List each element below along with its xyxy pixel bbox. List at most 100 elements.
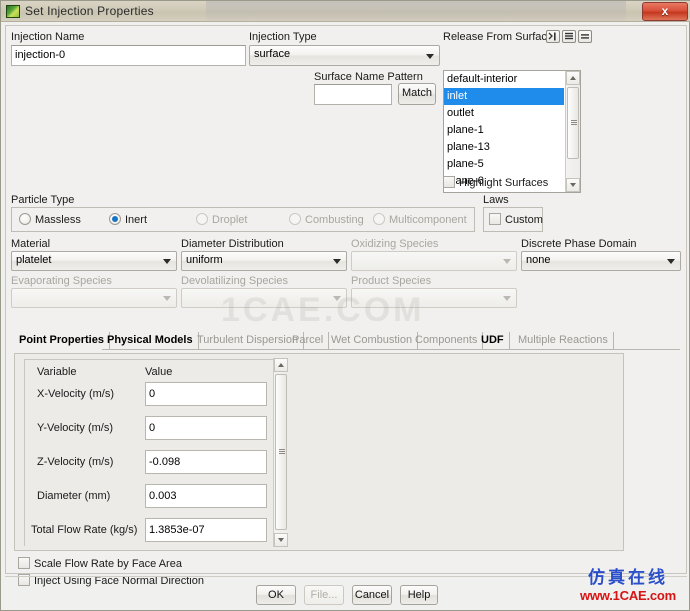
surface-list-scrollbar[interactable]: [565, 71, 580, 192]
site-watermark: 仿真在线 www.1CAE.com: [569, 568, 687, 608]
chevron-down-icon: [503, 296, 511, 301]
surface-name-pattern-input[interactable]: [314, 84, 392, 105]
radio-combusting-label: Combusting: [305, 214, 364, 226]
point-properties-panel: Variable Value X-Velocity (m/s) 0 Y-Velo…: [14, 353, 624, 551]
discrete-phase-domain-label: Discrete Phase Domain: [521, 238, 637, 250]
chevron-down-icon: [163, 259, 171, 264]
oxidizing-species-label: Oxidizing Species: [351, 238, 439, 250]
radio-inert-label: Inert: [125, 214, 148, 226]
highlight-surfaces-checkbox[interactable]: [443, 176, 455, 188]
evaporating-species-select: [11, 288, 177, 308]
match-button[interactable]: Match: [398, 83, 436, 105]
radio-droplet[interactable]: [196, 213, 208, 225]
scroll-down-icon[interactable]: [566, 178, 580, 192]
window-title: Set Injection Properties: [25, 4, 154, 18]
injection-type-select[interactable]: surface: [249, 45, 440, 66]
ok-button[interactable]: OK: [256, 585, 296, 605]
tab-components[interactable]: Components: [410, 332, 484, 350]
product-species-label: Product Species: [351, 275, 432, 287]
z-velocity-input[interactable]: -0.098: [145, 450, 267, 474]
discrete-phase-domain-select[interactable]: none: [521, 251, 681, 271]
surface-name-pattern-label: Surface Name Pattern: [314, 71, 423, 83]
filter-list-glyph: [548, 32, 556, 41]
oxidizing-species-select: [351, 251, 517, 271]
filter-list-icon[interactable]: [546, 30, 560, 43]
diameter-distribution-label: Diameter Distribution: [181, 238, 284, 250]
title-bar: Set Injection Properties x: [1, 1, 690, 22]
scroll-up-icon[interactable]: [566, 71, 580, 85]
desktop-bleed: [206, 1, 626, 22]
y-velocity-input[interactable]: 0: [145, 416, 267, 440]
diameter-distribution-select[interactable]: uniform: [181, 251, 347, 271]
tab-udf[interactable]: UDF: [476, 332, 510, 350]
radio-multicomponent-label: Multicomponent: [389, 214, 467, 226]
diameter-distribution-value: uniform: [186, 254, 223, 266]
list-item[interactable]: plane-5: [444, 156, 564, 173]
chevron-down-icon: [503, 259, 511, 264]
file-button: File...: [304, 585, 344, 605]
fluent-app-icon: [6, 5, 20, 18]
list-view-icon[interactable]: [562, 30, 576, 43]
list-item[interactable]: default-interior: [444, 71, 564, 88]
laws-label: Laws: [483, 194, 509, 206]
release-from-surfaces-list[interactable]: default-interior inlet outlet plane-1 pl…: [443, 70, 581, 193]
highlight-surfaces-label: Highlight Surfaces: [459, 177, 549, 189]
tab-point-properties[interactable]: Point Properties: [14, 332, 110, 350]
radio-multicomponent[interactable]: [373, 213, 385, 225]
tab-parcel[interactable]: Parcel: [287, 332, 330, 350]
help-button[interactable]: Help: [400, 585, 438, 605]
tab-physical-models[interactable]: Physical Models: [102, 332, 199, 350]
dialog-body: Injection Name injection-0 Injection Typ…: [5, 25, 687, 587]
product-species-select: [351, 288, 517, 308]
radio-droplet-label: Droplet: [212, 214, 248, 226]
devolatilizing-species-label: Devolatilizing Species: [181, 275, 288, 287]
tab-wet-combustion[interactable]: Wet Combustion: [326, 332, 419, 350]
row-label-diameter: Diameter (mm): [37, 490, 111, 502]
scrollbar-thumb[interactable]: [275, 374, 287, 530]
tab-selected-mask: [14, 349, 102, 351]
close-icon[interactable]: x: [642, 2, 688, 21]
material-select[interactable]: platelet: [11, 251, 177, 271]
cancel-button[interactable]: Cancel: [352, 585, 392, 605]
scrollbar-thumb[interactable]: [567, 87, 579, 159]
custom-laws-label: Custom: [505, 214, 543, 226]
scale-flow-rate-checkbox[interactable]: [18, 557, 30, 569]
tab-multiple-reactions[interactable]: Multiple Reactions: [513, 332, 614, 350]
diameter-input[interactable]: 0.003: [145, 484, 267, 508]
collapse-list-icon[interactable]: [578, 30, 592, 43]
radio-massless[interactable]: [19, 213, 31, 225]
injection-name-input[interactable]: injection-0: [11, 45, 246, 66]
radio-combusting[interactable]: [289, 213, 301, 225]
discrete-phase-domain-value: none: [526, 254, 551, 266]
footer-separator: [5, 576, 687, 577]
total-flow-rate-input[interactable]: 1.3853e-07: [145, 518, 267, 542]
scroll-up-icon[interactable]: [274, 358, 288, 372]
tab-bar: Point Properties Physical Models Turbule…: [14, 332, 680, 350]
devolatilizing-species-select: [181, 288, 347, 308]
chevron-down-icon: [667, 259, 675, 264]
row-label-y-velocity: Y-Velocity (m/s): [37, 422, 114, 434]
list-item[interactable]: plane-13: [444, 139, 564, 156]
scroll-down-icon[interactable]: [274, 533, 288, 547]
list-item[interactable]: wall-1: [444, 190, 564, 192]
custom-laws-checkbox[interactable]: [489, 213, 501, 225]
point-properties-scrollbar[interactable]: [273, 358, 288, 547]
chevron-down-icon: [333, 259, 341, 264]
list-item[interactable]: inlet: [444, 88, 564, 105]
list-item[interactable]: plane-1: [444, 122, 564, 139]
list-item[interactable]: outlet: [444, 105, 564, 122]
collapse-list-glyph: [581, 34, 589, 39]
release-from-surfaces-label: Release From Surfaces: [443, 31, 559, 43]
injection-name-label: Injection Name: [11, 31, 85, 43]
particle-type-label: Particle Type: [11, 194, 75, 206]
set-injection-properties-dialog: Set Injection Properties x Injection Nam…: [0, 0, 690, 611]
evaporating-species-label: Evaporating Species: [11, 275, 112, 287]
radio-inert[interactable]: [109, 213, 121, 225]
chevron-down-icon: [426, 53, 434, 59]
scale-flow-rate-label: Scale Flow Rate by Face Area: [34, 558, 182, 570]
injection-type-value: surface: [254, 48, 291, 60]
row-label-z-velocity: Z-Velocity (m/s): [37, 456, 114, 468]
material-value: platelet: [16, 254, 52, 266]
injection-type-label: Injection Type: [249, 31, 317, 43]
x-velocity-input[interactable]: 0: [145, 382, 267, 406]
